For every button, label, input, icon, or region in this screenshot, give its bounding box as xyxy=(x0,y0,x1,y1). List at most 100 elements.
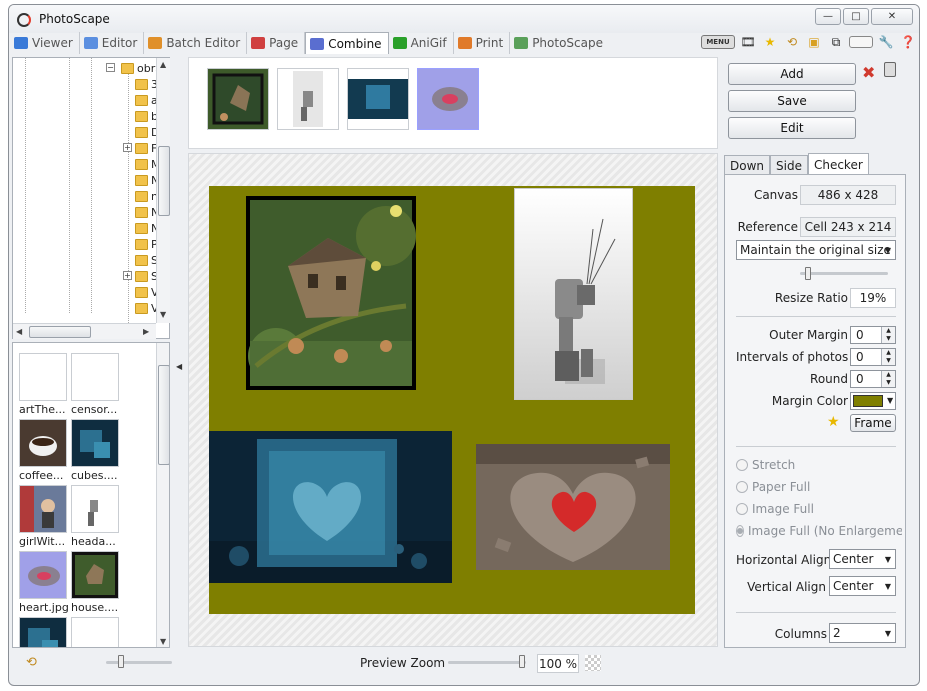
preview-zoom-slider-knob[interactable] xyxy=(519,655,525,668)
tab-combine[interactable]: Combine xyxy=(305,32,389,54)
file-thumbnail[interactable]: heart.jpg xyxy=(19,551,71,617)
tree-folder-item[interactable]: V xyxy=(135,284,159,300)
file-thumbnail[interactable]: cubes.... xyxy=(71,419,123,485)
tab-editor[interactable]: Editor xyxy=(80,32,145,54)
file-thumbnail[interactable] xyxy=(71,617,123,647)
maximize-button[interactable]: □ xyxy=(843,8,869,25)
add-button[interactable]: Add xyxy=(728,63,856,85)
selected-photos-strip[interactable] xyxy=(188,57,718,149)
tab-batch-editor[interactable]: Batch Editor xyxy=(144,32,248,54)
canvas-photo-robot[interactable] xyxy=(514,188,633,400)
strip-photo-heart[interactable] xyxy=(417,68,479,130)
strip-photo-house[interactable] xyxy=(207,68,269,130)
tree-folder-item[interactable]: V xyxy=(135,300,159,316)
menu-button[interactable]: MENU xyxy=(701,35,735,49)
combined-canvas[interactable] xyxy=(209,186,695,614)
copy-icon[interactable]: ⧉ xyxy=(827,33,845,51)
canvas-photo-cube[interactable] xyxy=(209,431,452,583)
horizontal-align-select[interactable]: Center ▼ xyxy=(829,549,896,569)
fit-image-full-radio[interactable]: Image Full xyxy=(736,502,814,516)
file-thumbnail[interactable]: house.... xyxy=(71,551,123,617)
collapse-panel-icon[interactable]: ◀ xyxy=(176,362,182,371)
tree-folder-item[interactable]: S xyxy=(135,252,158,268)
scroll-left-icon[interactable]: ◀ xyxy=(16,327,22,336)
scroll-right-icon[interactable]: ▶ xyxy=(143,327,149,336)
file-thumbnail[interactable]: girlWit... xyxy=(19,485,71,551)
tree-folder-item[interactable]: n xyxy=(135,188,158,204)
file-thumbnail-panel[interactable]: artThe... censor... coffee... cubes.... girl… xyxy=(12,342,170,648)
resize-slider-knob[interactable] xyxy=(805,267,811,280)
canvas-photo-heart[interactable] xyxy=(476,444,670,570)
file-thumbnail[interactable]: artThe... xyxy=(19,353,71,419)
arrows-icon[interactable]: ⟲ xyxy=(783,33,801,51)
spinner-arrows-icon[interactable]: ▲ ▼ xyxy=(881,349,895,365)
refresh-icon[interactable]: ⟲ xyxy=(26,655,37,670)
tree-folder-item[interactable]: a xyxy=(135,92,158,108)
outer-margin-spinner[interactable]: 0 ▲ ▼ xyxy=(850,326,896,344)
tree-vertical-scrollbar[interactable]: ▲ ▼ xyxy=(156,58,170,323)
tree-folder-item[interactable]: F xyxy=(135,140,157,156)
tools-icon[interactable]: 🔧 xyxy=(877,33,895,51)
scroll-thumb[interactable] xyxy=(158,146,170,216)
strip-photo-robot[interactable] xyxy=(277,68,339,130)
scroll-up-icon[interactable]: ▲ xyxy=(160,60,166,69)
tab-side[interactable]: Side xyxy=(770,155,808,175)
fit-image-full-no-enlargement-radio[interactable]: Image Full (No Enlargement) xyxy=(736,524,902,538)
edit-button[interactable]: Edit xyxy=(728,117,856,139)
close-button[interactable]: ✕ xyxy=(871,8,913,25)
scroll-down-icon[interactable]: ▼ xyxy=(160,310,166,319)
scroll-down-icon[interactable]: ▼ xyxy=(160,637,166,646)
tree-expander[interactable]: − xyxy=(106,63,115,72)
file-thumbnail[interactable]: heada... xyxy=(71,485,123,551)
minimize-button[interactable]: — xyxy=(815,8,841,25)
resize-slider-track[interactable] xyxy=(800,272,888,275)
file-thumbnail[interactable]: coffee... xyxy=(19,419,71,485)
thumbnail-size-slider-track[interactable] xyxy=(106,661,172,664)
spinner-arrows-icon[interactable]: ▲ ▼ xyxy=(881,371,895,387)
fit-paper-full-radio[interactable]: Paper Full xyxy=(736,480,810,494)
thumbnail-size-slider-knob[interactable] xyxy=(118,655,124,668)
trash-icon[interactable] xyxy=(884,62,896,77)
transparency-grid-icon[interactable] xyxy=(585,655,601,671)
tree-folder-item[interactable]: P xyxy=(135,236,158,252)
film-icon[interactable]: 🎞 xyxy=(739,33,757,51)
tree-folder-item[interactable]: S xyxy=(135,268,158,284)
vertical-align-select[interactable]: Center ▼ xyxy=(829,576,896,596)
tree-expander[interactable]: + xyxy=(123,271,132,280)
frame-button[interactable]: Frame xyxy=(850,414,896,432)
tree-expander[interactable]: + xyxy=(123,143,132,152)
margin-color-picker[interactable]: ▼ xyxy=(850,392,896,410)
folder-tree[interactable]: − + + obra 3abDFMNnNNPSSVV ▲ ▼ ◀ ▶ xyxy=(12,57,170,339)
save-button[interactable]: Save xyxy=(728,90,856,112)
favorite-star-icon[interactable]: ★ xyxy=(827,414,840,430)
size-mode-select[interactable]: Maintain the original size ▼ xyxy=(736,240,896,260)
canvas-photo-house[interactable] xyxy=(246,196,416,390)
round-spinner[interactable]: 0 ▲ ▼ xyxy=(850,370,896,388)
help-icon[interactable]: ❓ xyxy=(899,33,917,51)
star-icon[interactable]: ★ xyxy=(761,33,779,51)
tab-photoscape[interactable]: PhotoScape xyxy=(510,32,609,54)
folder-icon[interactable]: ▣ xyxy=(805,33,823,51)
tab-page[interactable]: Page xyxy=(247,32,306,54)
tab-anigif[interactable]: AniGif xyxy=(389,32,454,54)
tree-horizontal-scrollbar[interactable]: ◀ ▶ xyxy=(13,323,156,339)
scroll-thumb[interactable] xyxy=(29,326,91,338)
spinner-arrows-icon[interactable]: ▲ ▼ xyxy=(881,327,895,343)
file-thumbnail[interactable]: censor... xyxy=(71,353,123,419)
tab-checker[interactable]: Checker xyxy=(807,153,869,175)
file-thumbnail[interactable] xyxy=(19,617,71,647)
window-icon[interactable] xyxy=(849,36,873,48)
columns-select[interactable]: 2 ▼ xyxy=(829,623,896,643)
scroll-thumb[interactable] xyxy=(158,365,169,465)
tab-print[interactable]: Print xyxy=(454,32,511,54)
preview-zoom-slider-track[interactable] xyxy=(448,661,526,664)
intervals-spinner[interactable]: 0 ▲ ▼ xyxy=(850,348,896,366)
tab-viewer[interactable]: Viewer xyxy=(10,32,80,54)
thumbs-vertical-scrollbar[interactable]: ▼ xyxy=(156,343,169,647)
tree-folder-item[interactable]: 3 xyxy=(135,76,158,92)
strip-photo-cube[interactable] xyxy=(347,68,409,130)
remove-icon[interactable]: ✖ xyxy=(862,63,875,82)
fit-stretch-radio[interactable]: Stretch xyxy=(736,458,795,472)
tab-down[interactable]: Down xyxy=(724,155,771,175)
tree-folder-item[interactable]: b xyxy=(135,108,158,124)
